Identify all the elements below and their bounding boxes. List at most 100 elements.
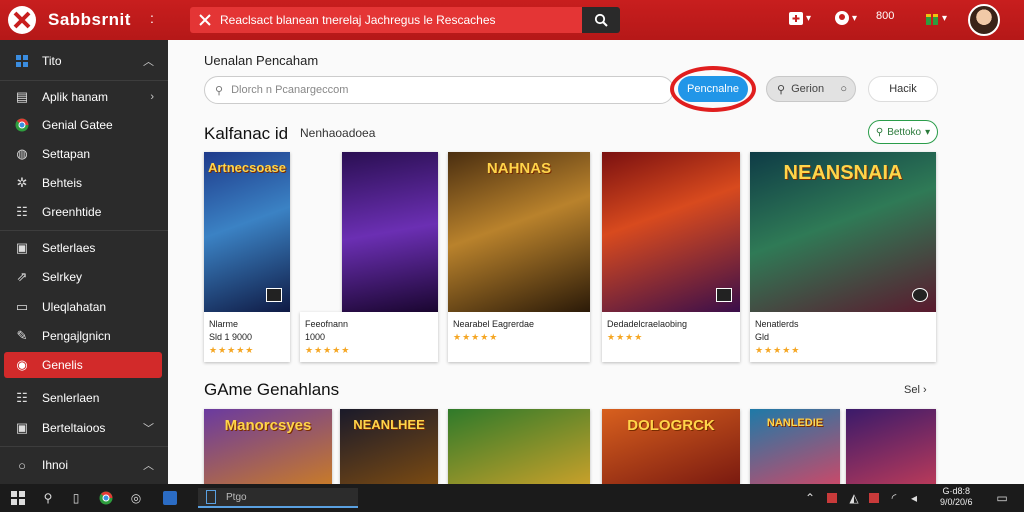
- main-content: Uenalan Pencaham ⚲ Dlorch n Pcanargeccom…: [168, 40, 1024, 484]
- divider: [0, 446, 168, 447]
- see-all-label: Sel: [904, 384, 920, 396]
- game-name: Nenatlerds: [755, 319, 799, 329]
- sidebar-item-selrkey[interactable]: ⇗ Selrkey: [4, 264, 162, 290]
- game-tile[interactable]: NANLEDIE: [750, 409, 840, 484]
- sidebar-item-label: Senlerlaen: [42, 391, 100, 405]
- chevron-up-icon: ︿: [143, 460, 154, 472]
- list-icon: ☷: [16, 204, 28, 219]
- app-name: Sabbsrnit: [48, 10, 131, 29]
- divider: [0, 230, 168, 231]
- notification-center-icon[interactable]: ▭: [994, 490, 1010, 506]
- see-all-link[interactable]: Sel ›: [904, 384, 927, 396]
- game-tile[interactable]: [448, 409, 590, 484]
- card-info: Dedadelcraelaobing ★★★★: [602, 312, 740, 344]
- chevron-down-icon: ▾: [806, 12, 812, 24]
- sort-label: Gerion: [791, 83, 825, 95]
- grid-icon: [14, 53, 30, 69]
- chevron-down-icon: ▾: [942, 12, 948, 24]
- edit-icon: ✎: [16, 328, 28, 343]
- sidebar-item-pengajlgnicn[interactable]: ✎ Pengajlgnicn: [4, 323, 162, 349]
- circle-icon: ◍: [16, 146, 28, 161]
- browser-icon[interactable]: ◎: [128, 490, 144, 506]
- tray-app-icon[interactable]: [866, 490, 882, 506]
- game-name: Dedadelcraelaobing: [607, 319, 688, 329]
- task-view-icon[interactable]: ▯: [68, 490, 84, 506]
- sidebar-item-label: Behteis: [42, 176, 83, 190]
- sidebar-item-uleqlahatan[interactable]: ▭ Uleqlahatan: [4, 294, 162, 320]
- box-icon: ▣: [15, 420, 29, 435]
- hacik-button[interactable]: Hacik: [868, 76, 938, 102]
- game-cover: [342, 152, 438, 312]
- sidebar-item-setlerlaes[interactable]: ▣ Setlerlaes: [4, 235, 162, 261]
- link-icon: ⇗: [16, 269, 28, 284]
- header-search-field[interactable]: Reaclsact blanean tnerelaj Jachregus le …: [190, 7, 582, 33]
- search-icon: ⚲: [777, 83, 786, 96]
- game-card[interactable]: Dedadelcraelaobing ★★★★: [602, 152, 740, 362]
- app-logo-icon[interactable]: [8, 6, 36, 34]
- header-search-button[interactable]: [582, 7, 620, 33]
- chrome-icon: [14, 117, 30, 133]
- search-icon[interactable]: ⚲: [40, 490, 56, 506]
- filter-button[interactable]: ⚲ Bettoko ▾: [868, 120, 938, 144]
- search-tag-icon: [197, 12, 213, 33]
- chrome-icon[interactable]: [98, 490, 114, 506]
- wifi-icon[interactable]: ◜: [886, 490, 902, 506]
- tile-title: NEANLHEE: [353, 417, 425, 432]
- clock[interactable]: G·d8:8 9/0/20/6: [940, 486, 973, 508]
- app-icon[interactable]: [162, 490, 178, 506]
- badge-count[interactable]: 800: [876, 10, 894, 22]
- taskbar-search-box[interactable]: Ptgo: [198, 488, 358, 508]
- sidebar-item-tito[interactable]: Tito ︿: [4, 48, 162, 74]
- sidebar-item-berteltaioos[interactable]: ▣ Berteltaioos ﹀: [4, 415, 162, 441]
- header-search-text: Reaclsact blanean tnerelaj Jachregus le …: [220, 13, 496, 27]
- sidebar-item-senlerlaen[interactable]: ☷ Senlerlaen: [4, 385, 162, 411]
- add-menu-button[interactable]: ▾: [788, 10, 811, 26]
- game-card[interactable]: NAHNAS Nearabel Eagrerdae ★★★★★: [448, 152, 590, 362]
- sidebar-item-greenhtide[interactable]: ☷ Greenhtide: [4, 199, 162, 225]
- filter-label: Bettoko: [887, 126, 922, 138]
- sidebar: Tito ︿ ▤ Aplik hanam › Genial Gatee ◍ Se…: [0, 40, 178, 484]
- sidebar-item-genelis[interactable]: ◉ Genelis: [4, 352, 162, 378]
- tile-title: DOLOGRCK: [627, 417, 715, 434]
- game-cover: NEANSNAIA: [750, 152, 936, 312]
- chevron-down-icon: ﹀: [143, 423, 154, 435]
- sidebar-item-ihnoi[interactable]: ○ Ihnoi ︿: [4, 452, 162, 478]
- windows-start-icon[interactable]: [10, 490, 26, 506]
- rating-stars: ★★★★★: [453, 332, 499, 342]
- chevron-down-icon: ▾: [852, 12, 858, 24]
- primary-search-button[interactable]: Pencnalne: [678, 76, 748, 102]
- sort-button[interactable]: ⚲ Gerion ○: [766, 76, 856, 102]
- window-icon: [206, 490, 216, 504]
- sidebar-item-genial-gatee[interactable]: Genial Gatee: [4, 112, 162, 138]
- clock-date: 9/0/20/6: [940, 497, 973, 507]
- chevron-up-icon[interactable]: ⌃: [802, 490, 818, 506]
- sidebar-item-label: Aplik hanam: [42, 90, 109, 104]
- page-icon: ▭: [15, 299, 29, 314]
- sidebar-item-settapan[interactable]: ◍ Settapan: [4, 141, 162, 167]
- search-input[interactable]: ⚲ Dlorch n Pcanargeccom: [204, 76, 674, 104]
- game-cover: [602, 152, 740, 312]
- volume-icon[interactable]: ◂: [906, 490, 922, 506]
- profile-menu-button[interactable]: ▾: [834, 10, 857, 26]
- game-tile[interactable]: [846, 409, 936, 484]
- notifications-button[interactable]: ▾: [924, 10, 947, 26]
- game-name: Nlarme: [209, 319, 239, 329]
- game-tile[interactable]: Manorcsyes: [204, 409, 332, 484]
- sidebar-item-aplik-hanam[interactable]: ▤ Aplik hanam ›: [4, 84, 162, 110]
- tray-app-icon[interactable]: [824, 490, 840, 506]
- sidebar-item-label: Setlerlaes: [42, 241, 96, 255]
- more-menu-icon[interactable]: :: [150, 10, 154, 26]
- game-cover: Artnecsoase: [204, 152, 290, 312]
- game-card-cover-only[interactable]: [342, 152, 438, 312]
- game-card[interactable]: NEANSNAIA Nenatlerds Gld ★★★★★: [750, 152, 936, 362]
- top-bar: Sabbsrnit : Reaclsact blanean tnerelaj J…: [0, 0, 1024, 40]
- section-subtab[interactable]: Nenhaoadoea: [300, 126, 375, 140]
- network-icon[interactable]: ◭: [846, 490, 862, 506]
- sidebar-item-behteis[interactable]: ✲ Behteis: [4, 170, 162, 196]
- game-tile[interactable]: DOLOGRCK: [602, 409, 740, 484]
- avatar[interactable]: [968, 4, 1000, 36]
- cover-title: Artnecsoase: [207, 160, 287, 175]
- section-title: Kalfanac id: [204, 124, 289, 143]
- user-circle-icon: [835, 11, 849, 25]
- game-tile[interactable]: NEANLHEE: [340, 409, 438, 484]
